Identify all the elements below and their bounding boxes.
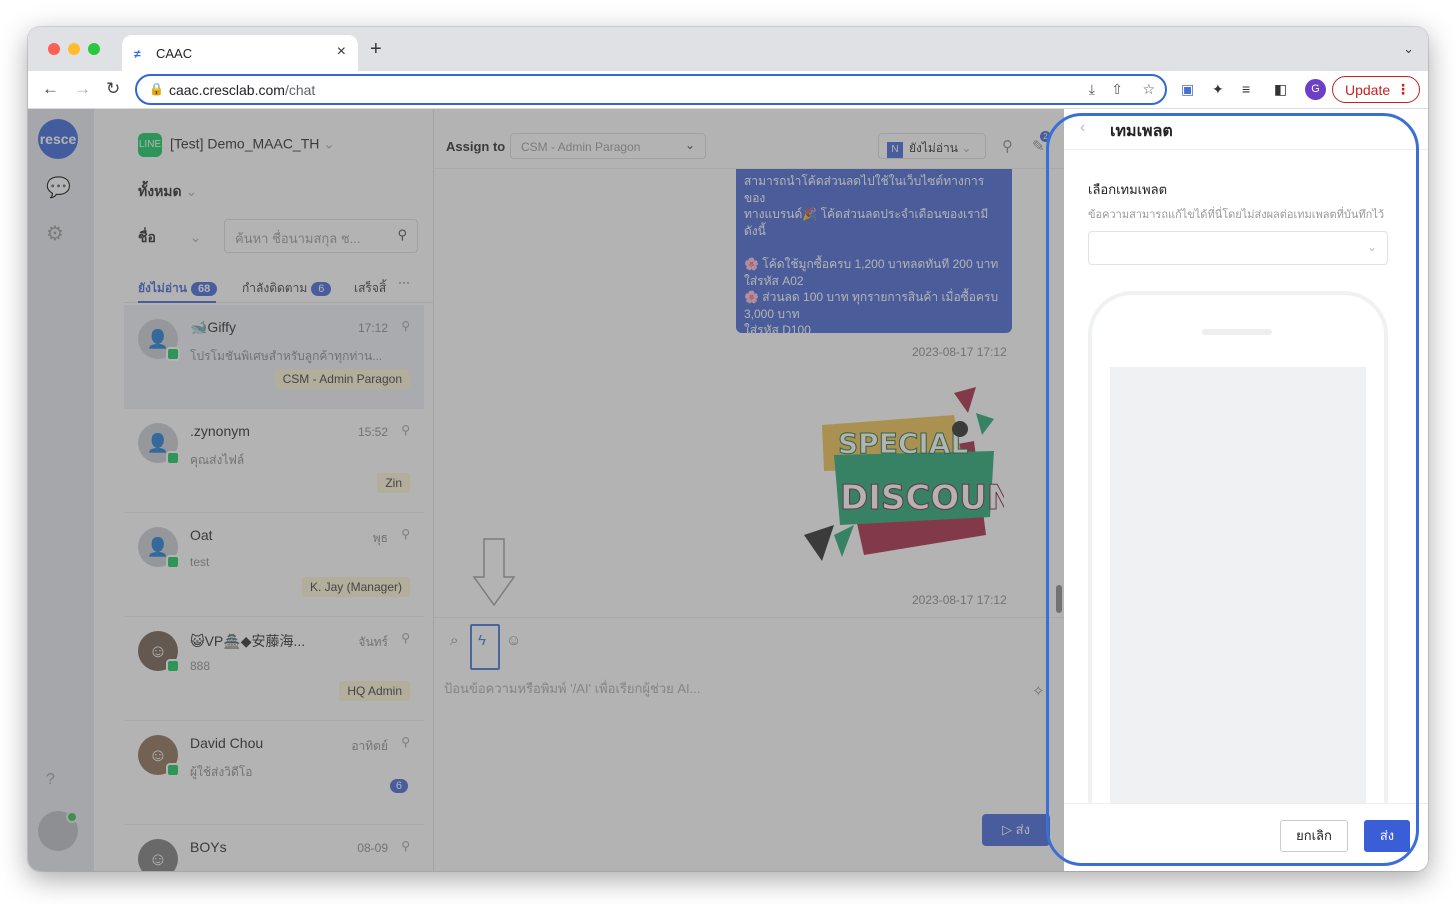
url-path: /chat	[284, 82, 316, 98]
extension-icon[interactable]: ▣	[1181, 81, 1194, 98]
bookmark-star-icon[interactable]: ☆	[1142, 81, 1155, 98]
install-app-icon[interactable]: ⤓	[1089, 81, 1095, 98]
tab-search-chevron-icon[interactable]: ⌄	[1403, 41, 1414, 57]
new-tab-icon[interactable]: +	[370, 38, 382, 61]
share-icon[interactable]: ⇧	[1111, 81, 1123, 98]
profile-avatar[interactable]: G	[1305, 79, 1326, 100]
close-tab-icon[interactable]: ×	[337, 43, 346, 61]
url-text: caac.cresclab.com/chat	[169, 82, 315, 98]
update-button[interactable]: Update ⋮	[1332, 76, 1420, 103]
puzzle-extensions-icon[interactable]: ✦	[1212, 81, 1224, 98]
browser-toolbar: ← → ↻ 🔒 caac.cresclab.com/chat ⤓ ⇧ ☆ ▣ ✦…	[28, 71, 1428, 109]
reload-icon[interactable]: ↻	[106, 79, 120, 99]
minimize-window-button[interactable]	[68, 43, 80, 55]
crescendo-logo-icon: ≠	[134, 47, 141, 61]
tab-title: CAAC	[156, 46, 193, 61]
zoom-window-button[interactable]	[88, 43, 100, 55]
media-queue-icon[interactable]: ≡	[1242, 81, 1250, 97]
address-bar[interactable]: 🔒 caac.cresclab.com/chat ⤓ ⇧ ☆	[135, 74, 1167, 105]
browser-tab[interactable]: ≠ CAAC ×	[122, 35, 358, 71]
modal-backdrop[interactable]	[28, 109, 1064, 871]
kebab-menu-icon: ⋮	[1396, 81, 1410, 97]
close-window-button[interactable]	[48, 43, 60, 55]
tab-strip: ≠ CAAC × + ⌄	[28, 27, 1428, 71]
lock-icon: 🔒	[149, 82, 164, 96]
update-label: Update	[1345, 82, 1391, 98]
drawer-highlight-outline	[1046, 113, 1419, 866]
back-icon[interactable]: ←	[42, 79, 59, 99]
forward-icon[interactable]: →	[74, 79, 91, 99]
side-panel-icon[interactable]: ◧	[1274, 81, 1287, 98]
url-domain: caac.cresclab.com	[169, 82, 285, 98]
